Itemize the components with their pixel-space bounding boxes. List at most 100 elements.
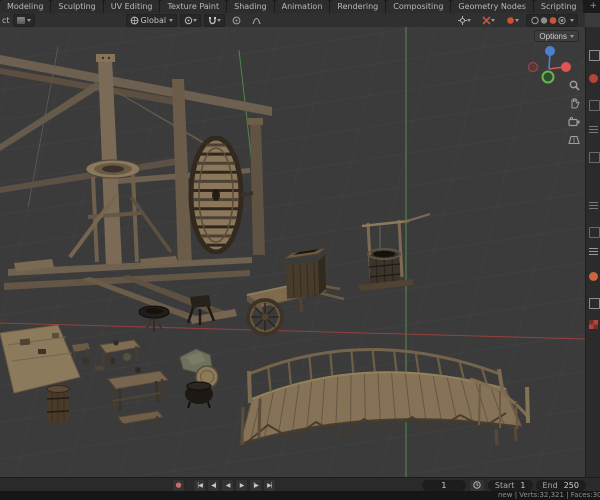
chevron-down-icon: [217, 18, 222, 22]
timeline-bar: ● |◀ ◀| ◀ ▶ |▶ ▶| 1 Start 1 End 250: [0, 477, 600, 492]
gizmo-z-axis[interactable]: [545, 46, 555, 56]
show-gizmo-dropdown[interactable]: [454, 14, 475, 27]
playback-controls: |◀ ◀| ◀ ▶ |▶ ▶|: [193, 478, 276, 492]
magnet-icon: [209, 16, 216, 24]
properties-tab-modifier-icon[interactable]: [589, 298, 600, 309]
topbar: Modeling Sculpting UV Editing Texture Pa…: [0, 0, 600, 13]
tab-geometry-nodes[interactable]: Geometry Nodes: [451, 0, 534, 13]
properties-tab-view-layer-icon[interactable]: [589, 126, 598, 135]
tab-scripting[interactable]: Scripting: [533, 0, 585, 13]
keying-options-button[interactable]: [468, 478, 485, 492]
pivot-point-dropdown[interactable]: [180, 13, 202, 27]
chevron-down-icon: [467, 18, 471, 22]
transform-orientation-dropdown[interactable]: Global: [125, 13, 178, 27]
orientation-icon: [130, 16, 138, 24]
gizmo-y-axis[interactable]: [541, 70, 555, 84]
camera-view-button[interactable]: [567, 115, 581, 128]
mode-label-partial: ct: [2, 15, 10, 25]
mode-dropdown[interactable]: [12, 13, 35, 27]
blender-window: Modeling Sculpting UV Editing Texture Pa…: [0, 0, 600, 500]
chevron-down-icon: [26, 18, 31, 22]
tab-compositing[interactable]: Compositing: [386, 0, 452, 13]
viewport-nav-tools: [567, 79, 581, 146]
shading-wireframe-icon: [531, 16, 539, 24]
chevron-down-icon: [570, 18, 574, 22]
options-button[interactable]: Options: [534, 30, 579, 42]
auto-keying-record-button[interactable]: ●: [172, 478, 185, 492]
tab-uv-editing[interactable]: UV Editing: [103, 0, 161, 13]
show-overlays-dropdown[interactable]: [478, 14, 499, 27]
frame-end-value: 250: [563, 480, 579, 490]
scene-statistics: new | Verts:32,321 | Faces:30,5: [498, 491, 600, 499]
orientation-label: Global: [140, 15, 167, 25]
jump-to-start-button[interactable]: |◀: [193, 478, 206, 492]
crate-well[interactable]: [283, 247, 327, 299]
frame-start-label: Start: [494, 480, 515, 490]
tread-wheel[interactable]: [188, 135, 254, 255]
shading-solid-icon: [540, 16, 548, 24]
pivot-point-icon: [184, 16, 193, 24]
tab-modeling[interactable]: Modeling: [0, 0, 52, 13]
zoom-button[interactable]: [567, 79, 581, 92]
properties-tab-object-icon[interactable]: [589, 272, 598, 281]
properties-tab-output-icon[interactable]: [589, 100, 600, 111]
xray-toggle-dropdown[interactable]: [502, 14, 523, 27]
options-label: Options: [539, 31, 567, 41]
navigation-gizmo[interactable]: [525, 43, 573, 93]
mode-icon: [16, 16, 25, 24]
viewport-header: ct Global: [0, 13, 585, 28]
bench[interactable]: [117, 410, 164, 436]
play-reverse-button[interactable]: ◀: [221, 478, 234, 492]
jump-to-end-button[interactable]: ▶|: [263, 478, 276, 492]
proportional-editing-toggle[interactable]: [228, 14, 245, 27]
previous-keyframe-button[interactable]: ◀|: [207, 478, 220, 492]
shading-modes-icon: [531, 16, 566, 24]
properties-tab-world-icon[interactable]: [589, 248, 598, 257]
toggle-perspective-button[interactable]: [567, 133, 581, 146]
tab-rendering[interactable]: Rendering: [330, 0, 387, 13]
properties-tab-tool-icon[interactable]: [589, 50, 600, 61]
next-keyframe-button[interactable]: |▶: [249, 478, 262, 492]
chevron-down-icon: [570, 34, 574, 38]
campfire-bowl[interactable]: [138, 305, 170, 332]
clock-icon: [473, 481, 481, 489]
ground-tarp[interactable]: [0, 324, 81, 394]
frame-end-field[interactable]: End 250: [535, 479, 586, 491]
status-bar: new | Verts:32,321 | Faces:30,5: [0, 491, 600, 500]
current-frame-field[interactable]: 1: [421, 479, 466, 491]
cauldron[interactable]: [185, 381, 213, 409]
outliner-filter-icon[interactable]: [589, 202, 598, 211]
tab-sculpting[interactable]: Sculpting: [51, 0, 104, 13]
hand-icon: [571, 98, 579, 109]
workspace-tabs: Modeling Sculpting UV Editing Texture Pa…: [0, 0, 600, 13]
play-button[interactable]: ▶: [235, 478, 248, 492]
properties-tab-scene-icon[interactable]: [589, 152, 600, 163]
chevron-down-icon: [515, 18, 519, 22]
frame-start-value: 1: [520, 480, 526, 490]
outliner-collection-icon[interactable]: [589, 227, 600, 238]
tab-animation[interactable]: Animation: [274, 0, 331, 13]
proportional-editing-icon: [232, 16, 241, 24]
gizmo-neg-x-axis[interactable]: [528, 62, 538, 72]
shading-mode-group[interactable]: [526, 13, 578, 27]
xray-icon: [507, 16, 514, 24]
chevron-down-icon: [169, 18, 174, 22]
tab-shading[interactable]: Shading: [227, 0, 275, 13]
proportional-falloff-dropdown[interactable]: [248, 14, 265, 27]
gizmo-x-axis[interactable]: [561, 62, 571, 72]
current-frame-value: 1: [441, 480, 447, 490]
overlays-icon: [482, 15, 491, 25]
3d-viewport[interactable]: Options: [0, 27, 585, 477]
camera-icon: [568, 116, 580, 126]
x-axis-line: [0, 322, 585, 340]
barrel[interactable]: [46, 385, 70, 424]
properties-tab-material-icon[interactable]: [589, 320, 598, 329]
small-table[interactable]: [99, 339, 141, 368]
move-view-button[interactable]: [567, 97, 581, 110]
frame-start-field[interactable]: Start 1: [487, 479, 533, 491]
tab-texture-paint[interactable]: Texture Paint: [160, 0, 228, 13]
curved-bridge[interactable]: [239, 348, 530, 446]
snap-toggle[interactable]: [204, 13, 226, 27]
add-workspace-button[interactable]: +: [584, 0, 600, 13]
properties-tab-render-icon[interactable]: [589, 74, 598, 83]
